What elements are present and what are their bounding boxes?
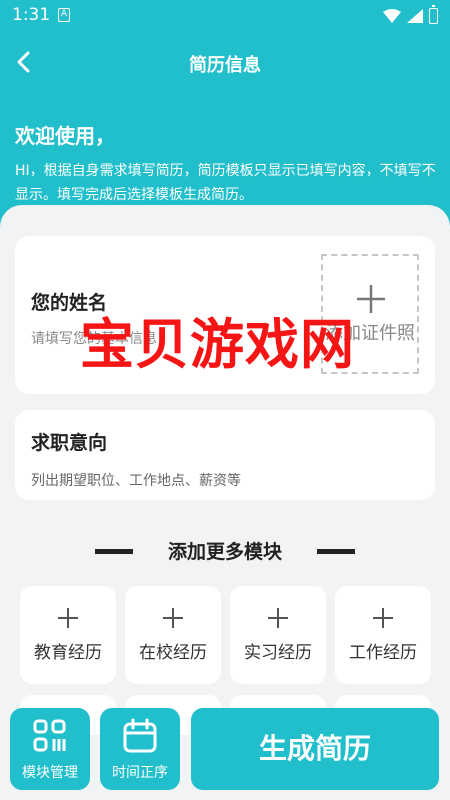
status-icons <box>383 5 438 25</box>
more-modules-title: 添加更多模块 <box>167 541 282 563</box>
grid-icon <box>33 719 66 752</box>
signal-icon <box>407 9 423 23</box>
module-manage-label: 模块管理 <box>22 765 78 781</box>
status-time: 1:31 <box>12 5 51 25</box>
generate-resume-button[interactable]: 生成简历 <box>191 708 439 790</box>
module-label: 教育经历 <box>34 643 102 663</box>
welcome-title: 欢迎使用， <box>15 124 115 148</box>
battery-icon <box>429 5 438 24</box>
time-order-button[interactable]: 时间正序 <box>100 708 180 790</box>
divider-right <box>317 549 355 554</box>
watermark: 宝贝游戏网 <box>80 312 355 376</box>
more-modules-header: 添加更多模块 <box>0 536 450 566</box>
job-intention-card[interactable]: 求职意向 列出期望职位、工作地点、薪资等 <box>15 410 435 500</box>
module-work[interactable]: 工作经历 <box>335 586 431 684</box>
time-order-label: 时间正序 <box>112 765 168 781</box>
job-card-hint: 列出期望职位、工作地点、薪资等 <box>31 473 241 489</box>
module-manage-button[interactable]: 模块管理 <box>10 708 90 790</box>
nav-bar: 简历信息 <box>0 40 450 86</box>
plus-icon <box>163 608 183 628</box>
job-card-title: 求职意向 <box>31 432 108 454</box>
calendar-icon <box>123 718 157 753</box>
welcome-description: HI，根据自身需求填写简历，简历模板只显示已填写内容，不填写不显示。填写完成后选… <box>15 163 436 203</box>
plus-icon <box>58 608 78 628</box>
page-title: 简历信息 <box>189 55 261 76</box>
module-label: 工作经历 <box>349 643 417 663</box>
module-label: 在校经历 <box>139 643 207 663</box>
module-campus[interactable]: 在校经历 <box>125 586 221 684</box>
plus-icon <box>373 608 393 628</box>
module-label: 实习经历 <box>244 643 312 663</box>
app-notification-icon: A <box>58 8 70 22</box>
welcome-section: 欢迎使用， HI，根据自身需求填写简历，简历模板只显示已填写内容，不填写不显示。… <box>15 120 440 207</box>
status-bar: 1:31 A <box>0 0 450 32</box>
module-internship[interactable]: 实习经历 <box>230 586 326 684</box>
plus-icon <box>268 608 288 628</box>
module-education[interactable]: 教育经历 <box>20 586 116 684</box>
wifi-icon <box>383 9 401 23</box>
